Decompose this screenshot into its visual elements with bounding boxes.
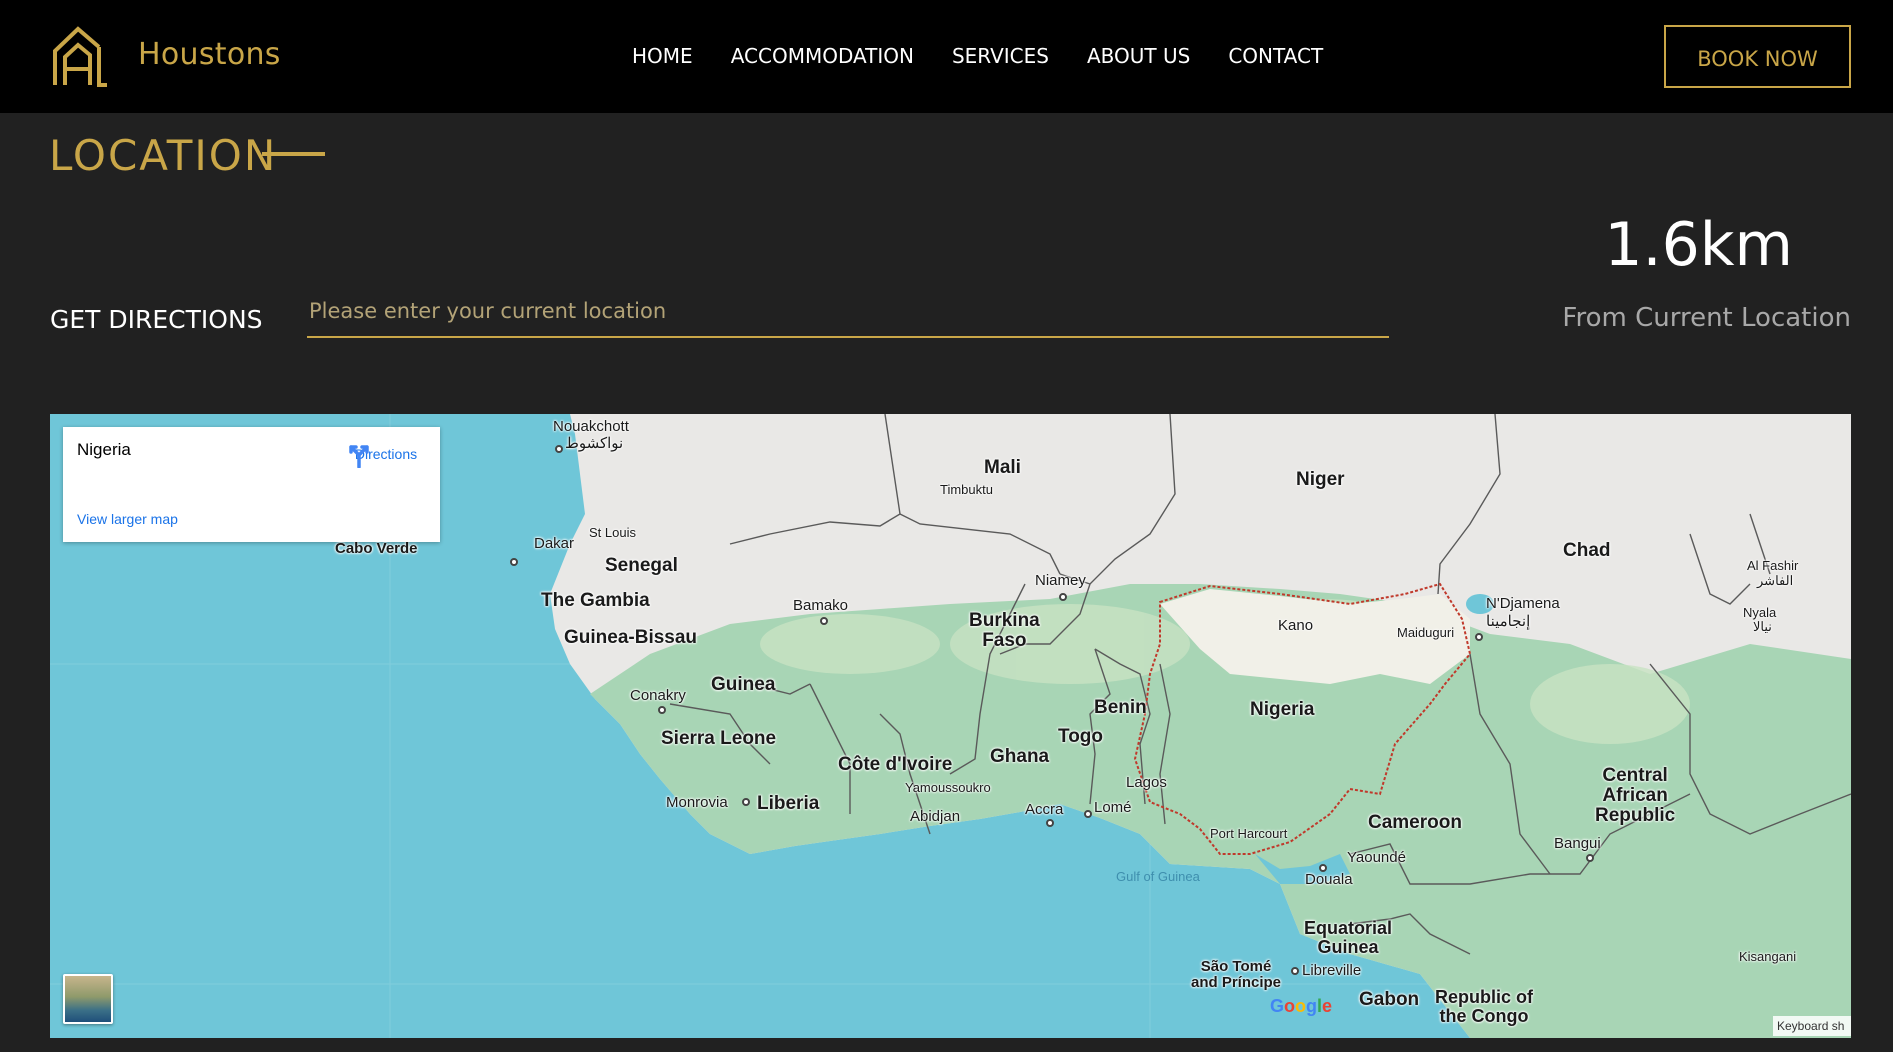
location-title: LOCATION xyxy=(49,131,278,180)
map-dot-niamey xyxy=(1059,593,1067,601)
nav-home[interactable]: HOME xyxy=(632,44,693,68)
label-al-fashir-ar: الفاشر xyxy=(1757,573,1794,588)
map-dot-lome xyxy=(1084,810,1092,818)
map-place-title: Nigeria xyxy=(77,440,131,459)
label-maiduguri: Maiduguri xyxy=(1397,625,1455,640)
label-guinea: Guinea xyxy=(711,674,776,695)
view-larger-map-link[interactable]: View larger map xyxy=(77,511,178,527)
label-nyala: Nyala xyxy=(1743,605,1777,620)
label-guinea-bissau: Guinea-Bissau xyxy=(564,627,698,648)
current-location-input[interactable] xyxy=(307,295,1389,338)
nav-services[interactable]: SERVICES xyxy=(952,44,1049,68)
label-yaounde: Yaoundé xyxy=(1347,849,1406,866)
label-equatorial-guinea: Equatorial Guinea xyxy=(1304,918,1393,957)
label-abidjan: Abidjan xyxy=(910,808,961,825)
map-dot-libreville xyxy=(1291,967,1299,975)
map-dot-dakar xyxy=(510,558,518,566)
brand-name[interactable]: Houstons xyxy=(138,37,281,72)
label-kisangani: Kisangani xyxy=(1739,949,1797,964)
label-bamako: Bamako xyxy=(793,597,849,614)
directions-arrow-icon xyxy=(349,445,369,468)
nav-accommodation[interactable]: ACCOMMODATION xyxy=(731,44,914,68)
google-logo: Google xyxy=(1270,996,1333,1016)
map-dot-accra xyxy=(1046,819,1054,827)
map-directions-button[interactable]: Directions xyxy=(346,442,426,468)
house-logo-icon[interactable] xyxy=(52,25,110,87)
label-nouakchott-ar: نواكشوط xyxy=(565,435,624,452)
label-kano: Kano xyxy=(1278,617,1314,634)
label-republic-of-congo: Republic of the Congo xyxy=(1435,987,1533,1026)
satellite-toggle-icon[interactable] xyxy=(63,974,113,1024)
label-nigeria: Nigeria xyxy=(1250,699,1315,720)
label-conakry: Conakry xyxy=(630,687,686,704)
label-niger: Niger xyxy=(1296,469,1345,490)
label-ghana: Ghana xyxy=(990,746,1050,767)
label-timbuktu: Timbuktu xyxy=(940,482,993,497)
label-cote-divoire: Côte d'Ivoire xyxy=(838,754,953,775)
label-al-fashir: Al Fashir xyxy=(1747,558,1799,573)
label-ndjamena: N'Djamena xyxy=(1486,595,1560,612)
label-mali: Mali xyxy=(984,457,1021,478)
title-underline-divider xyxy=(262,152,325,156)
label-bangui: Bangui xyxy=(1554,835,1601,852)
map-dot-bangui xyxy=(1586,854,1594,862)
label-douala: Douala xyxy=(1305,871,1353,888)
distance-value: 1.6km xyxy=(1604,210,1793,280)
label-senegal: Senegal xyxy=(605,555,678,576)
label-benin: Benin xyxy=(1094,697,1147,718)
map-info-card: Nigeria Directions View larger map xyxy=(63,427,440,542)
label-nouakchott: Nouakchott xyxy=(553,418,629,435)
map-dot-monrovia xyxy=(742,798,750,806)
label-lagos: Lagos xyxy=(1126,774,1167,791)
label-libreville: Libreville xyxy=(1302,962,1362,979)
label-cabo-verde: Cabo Verde xyxy=(335,540,418,557)
label-the-gambia: The Gambia xyxy=(541,590,650,611)
navbar: Houstons HOME ACCOMMODATION SERVICES ABO… xyxy=(0,0,1893,113)
map-dot-conakry xyxy=(658,706,666,714)
main-nav: HOME ACCOMMODATION SERVICES ABOUT US CON… xyxy=(632,44,1361,68)
label-niamey: Niamey xyxy=(1035,572,1086,589)
label-togo: Togo xyxy=(1058,726,1104,747)
label-burkina-faso: Burkina Faso xyxy=(969,610,1040,651)
label-gabon: Gabon xyxy=(1359,989,1420,1010)
book-now-button[interactable]: BOOK NOW xyxy=(1664,25,1851,88)
label-cameroon: Cameroon xyxy=(1368,812,1462,833)
label-nyala-ar: نيالا xyxy=(1753,619,1772,634)
nav-contact[interactable]: CONTACT xyxy=(1228,44,1323,68)
label-chad: Chad xyxy=(1563,540,1611,561)
label-port-harcourt: Port Harcourt xyxy=(1210,826,1288,841)
label-ndjamena-ar: إنجامينا xyxy=(1486,613,1531,630)
distance-caption: From Current Location xyxy=(1562,303,1851,333)
label-sierra-leone: Sierra Leone xyxy=(661,728,777,749)
label-monrovia: Monrovia xyxy=(666,794,728,811)
label-accra: Accra xyxy=(1025,801,1064,818)
nav-about-us[interactable]: ABOUT US xyxy=(1087,44,1190,68)
keyboard-shortcuts-link[interactable]: Keyboard sh xyxy=(1773,1016,1851,1036)
label-st-louis: St Louis xyxy=(589,525,636,540)
map-dot-ndjamena xyxy=(1475,633,1483,641)
label-yamoussoukro: Yamoussoukro xyxy=(905,780,991,795)
map-dot-nouakchott xyxy=(555,445,563,453)
embedded-map[interactable]: Nouakchott نواكشوط Mali Timbuktu Niger C… xyxy=(50,414,1851,1038)
label-dakar: Dakar xyxy=(534,535,575,552)
label-liberia: Liberia xyxy=(757,793,820,814)
label-lome: Lomé xyxy=(1094,799,1132,816)
label-gulf-of-guinea: Gulf of Guinea xyxy=(1116,869,1200,884)
label-sao-tome: São Tomé and Príncipe xyxy=(1191,958,1282,991)
label-central-african-republic: Central African Republic xyxy=(1595,765,1676,826)
map-dot-bamako xyxy=(820,617,828,625)
get-directions-label: GET DIRECTIONS xyxy=(50,305,263,334)
